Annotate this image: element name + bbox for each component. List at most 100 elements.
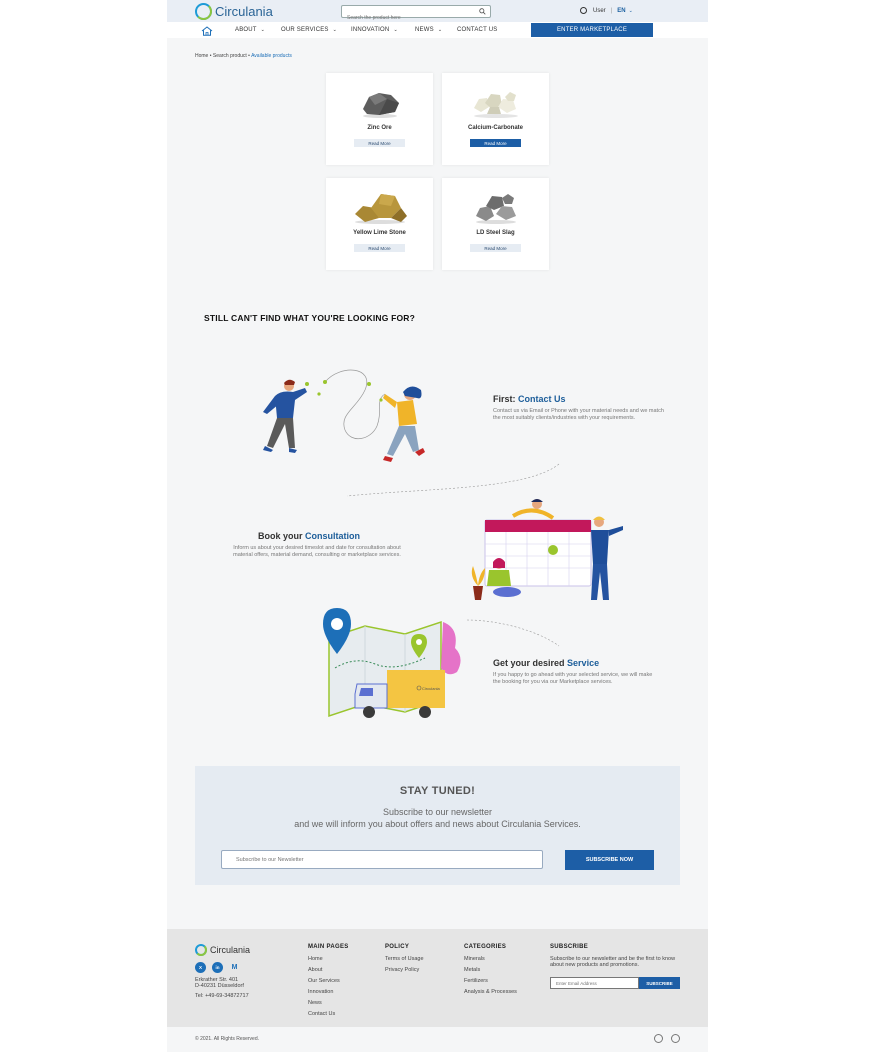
- search-box: [341, 5, 491, 24]
- footer-categories-heading: CATEGORIES: [464, 944, 507, 950]
- footer-link-fertilizers[interactable]: Fertilizers: [464, 978, 517, 984]
- service-illustration: Circulania: [323, 608, 461, 718]
- footer-main-pages: MAIN PAGES Home About Our Services Innov…: [308, 944, 349, 1022]
- footer-phone: Tel: +49-69-34872717: [195, 993, 249, 999]
- product-card-ld-steel-slag[interactable]: LD Steel Slag Read More: [442, 178, 549, 270]
- footer-subscribe-form: SUBSCRIBE: [550, 977, 680, 989]
- nav-label: NEWS: [415, 27, 434, 33]
- page-container: Circulania User | EN ⌄ ABOUT⌄ OUR SERVIC…: [167, 0, 708, 1052]
- footer-link-about[interactable]: About: [308, 967, 349, 973]
- read-more-button[interactable]: Read More: [470, 139, 521, 147]
- nav-label: ABOUT: [235, 27, 257, 33]
- footer-logo-text: Circulania: [210, 945, 251, 955]
- footer-link-metals[interactable]: Metals: [464, 967, 517, 973]
- subscribe-now-button[interactable]: SUBSCRIBE NOW: [565, 850, 654, 870]
- chevron-down-icon: ⌄: [332, 27, 338, 33]
- nav-label: INNOVATION: [351, 27, 390, 33]
- footer-policy-heading: POLICY: [385, 944, 410, 950]
- step-1-title: First: Contact Us: [493, 394, 566, 404]
- copyright: © 2021. All Rights Reserved.: [195, 1036, 259, 1042]
- footer-subscribe-text: Subscribe to our newsletter and be the f…: [550, 956, 676, 968]
- zinc-ore-image: [362, 93, 399, 118]
- linkedin-icon[interactable]: in: [212, 962, 223, 973]
- nav-item-our-services[interactable]: OUR SERVICES ⌄: [281, 27, 337, 33]
- newsletter-title: STAY TUNED!: [399, 785, 476, 797]
- x-twitter-icon[interactable]: X: [195, 962, 206, 973]
- product-image-calcium-carbonate: [442, 81, 549, 121]
- footer-logo[interactable]: Circulania: [195, 944, 250, 956]
- product-name: Calcium-Carbonate: [467, 125, 523, 131]
- breadcrumb-search[interactable]: Search product: [213, 53, 247, 59]
- nav-item-news[interactable]: NEWS ⌄: [415, 27, 442, 33]
- header-logo[interactable]: Circulania: [195, 3, 273, 20]
- breadcrumb-home[interactable]: Home: [195, 53, 208, 59]
- read-more-button[interactable]: Read More: [354, 139, 405, 147]
- footer-email-input[interactable]: [550, 977, 639, 989]
- home-small-icon[interactable]: [654, 1034, 663, 1043]
- social-links: X in M: [195, 962, 240, 973]
- footer-address: Erkrather Str. 401 D-40231 Düsseldorf: [195, 977, 244, 989]
- footer-subscribe-button[interactable]: SUBSCRIBE: [639, 977, 680, 989]
- medium-icon[interactable]: M: [229, 962, 240, 973]
- footer-link-minerals[interactable]: Minerals: [464, 956, 517, 962]
- language-selector[interactable]: EN: [617, 8, 625, 14]
- home-icon[interactable]: [201, 26, 213, 36]
- chevron-down-icon: ⌄: [260, 27, 266, 33]
- chat-icon[interactable]: [671, 1034, 680, 1043]
- nav-label: OUR SERVICES: [281, 27, 329, 33]
- newsletter-subtitle: Subscribe to our newsletter and we will …: [195, 806, 680, 830]
- chevron-down-icon: ⌄: [393, 27, 398, 33]
- footer-categories: CATEGORIES Minerals Metals Fertilizers A…: [464, 944, 517, 1000]
- step-1-title-text: First:: [493, 394, 516, 404]
- read-more-button[interactable]: Read More: [354, 244, 405, 252]
- product-name: LD Steel Slag: [476, 230, 515, 236]
- yellow-lime-stone-image: [354, 194, 407, 224]
- newsletter-line-2: and we will inform you about offers and …: [294, 819, 581, 829]
- footer-subscribe: SUBSCRIBE Subscribe to our newsletter an…: [550, 944, 676, 968]
- enter-marketplace-button[interactable]: ENTER MARKETPLACE: [531, 23, 653, 37]
- step-1-title-highlight: Contact Us: [518, 394, 566, 404]
- newsletter-email-input[interactable]: [221, 850, 543, 869]
- step-2-title-highlight: Consultation: [305, 531, 361, 541]
- footer-link-analysis[interactable]: Analysis & Processes: [464, 989, 517, 995]
- step-3-text: If you happy to go ahead with your selec…: [493, 672, 653, 685]
- footer-subscribe-heading: SUBSCRIBE: [550, 944, 589, 950]
- footer-link-innovation[interactable]: Innovation: [308, 989, 349, 995]
- footer-link-news[interactable]: News: [308, 1000, 349, 1006]
- nav-item-about[interactable]: ABOUT ⌄: [235, 27, 265, 33]
- user-label[interactable]: User: [593, 8, 606, 14]
- product-card-zinc-ore[interactable]: Zinc Ore Read More: [326, 73, 433, 165]
- step-1-text: Contact us via Email or Phone with your …: [493, 408, 664, 421]
- newsletter-section: STAY TUNED! Subscribe to our newsletter …: [195, 766, 680, 885]
- logo-text: Circulania: [215, 4, 273, 19]
- footer-link-home[interactable]: Home: [308, 956, 349, 962]
- step-3-title: Get your desired Service: [493, 658, 599, 668]
- logo-ring-icon: [195, 3, 212, 20]
- product-image-zinc-ore: [326, 81, 433, 121]
- chevron-down-icon[interactable]: ⌄: [629, 8, 633, 14]
- product-card-yellow-lime-stone[interactable]: Yellow Lime Stone Read More: [326, 178, 433, 270]
- bottom-icons: [654, 1034, 680, 1043]
- nav-item-innovation[interactable]: INNOVATION ⌄: [351, 27, 398, 33]
- footer-policy: POLICY Terms of Usage Privacy Policy: [385, 944, 424, 978]
- product-card-calcium-carbonate[interactable]: Calcium-Carbonate Read More: [442, 73, 549, 165]
- search-icon[interactable]: [479, 8, 486, 15]
- divider: |: [610, 7, 613, 14]
- breadcrumb-current: Available products: [251, 53, 292, 59]
- newsletter-line-1: Subscribe to our newsletter: [382, 807, 493, 817]
- footer-link-terms[interactable]: Terms of Usage: [385, 956, 424, 962]
- step-2-title: Book your Consultation: [258, 531, 360, 541]
- user-menu[interactable]: User | EN ⌄: [580, 7, 633, 14]
- footer-main-pages-heading: MAIN PAGES: [308, 944, 349, 950]
- step-3-title-highlight: Service: [567, 658, 600, 668]
- step-3-title-text: Get your desired: [493, 658, 565, 668]
- nav-item-contact-us[interactable]: CONTACT US: [457, 27, 497, 33]
- product-image-ld-steel-slag: [442, 186, 549, 226]
- contact-illustration: [263, 369, 425, 462]
- footer-link-privacy[interactable]: Privacy Policy: [385, 967, 424, 973]
- product-name: Yellow Lime Stone: [353, 230, 406, 236]
- footer: Circulania X in M Erkrather Str. 401 D-4…: [167, 929, 708, 1027]
- footer-link-our-services[interactable]: Our Services: [308, 978, 349, 984]
- read-more-button[interactable]: Read More: [470, 244, 521, 252]
- footer-link-contact-us[interactable]: Contact Us: [308, 1011, 349, 1017]
